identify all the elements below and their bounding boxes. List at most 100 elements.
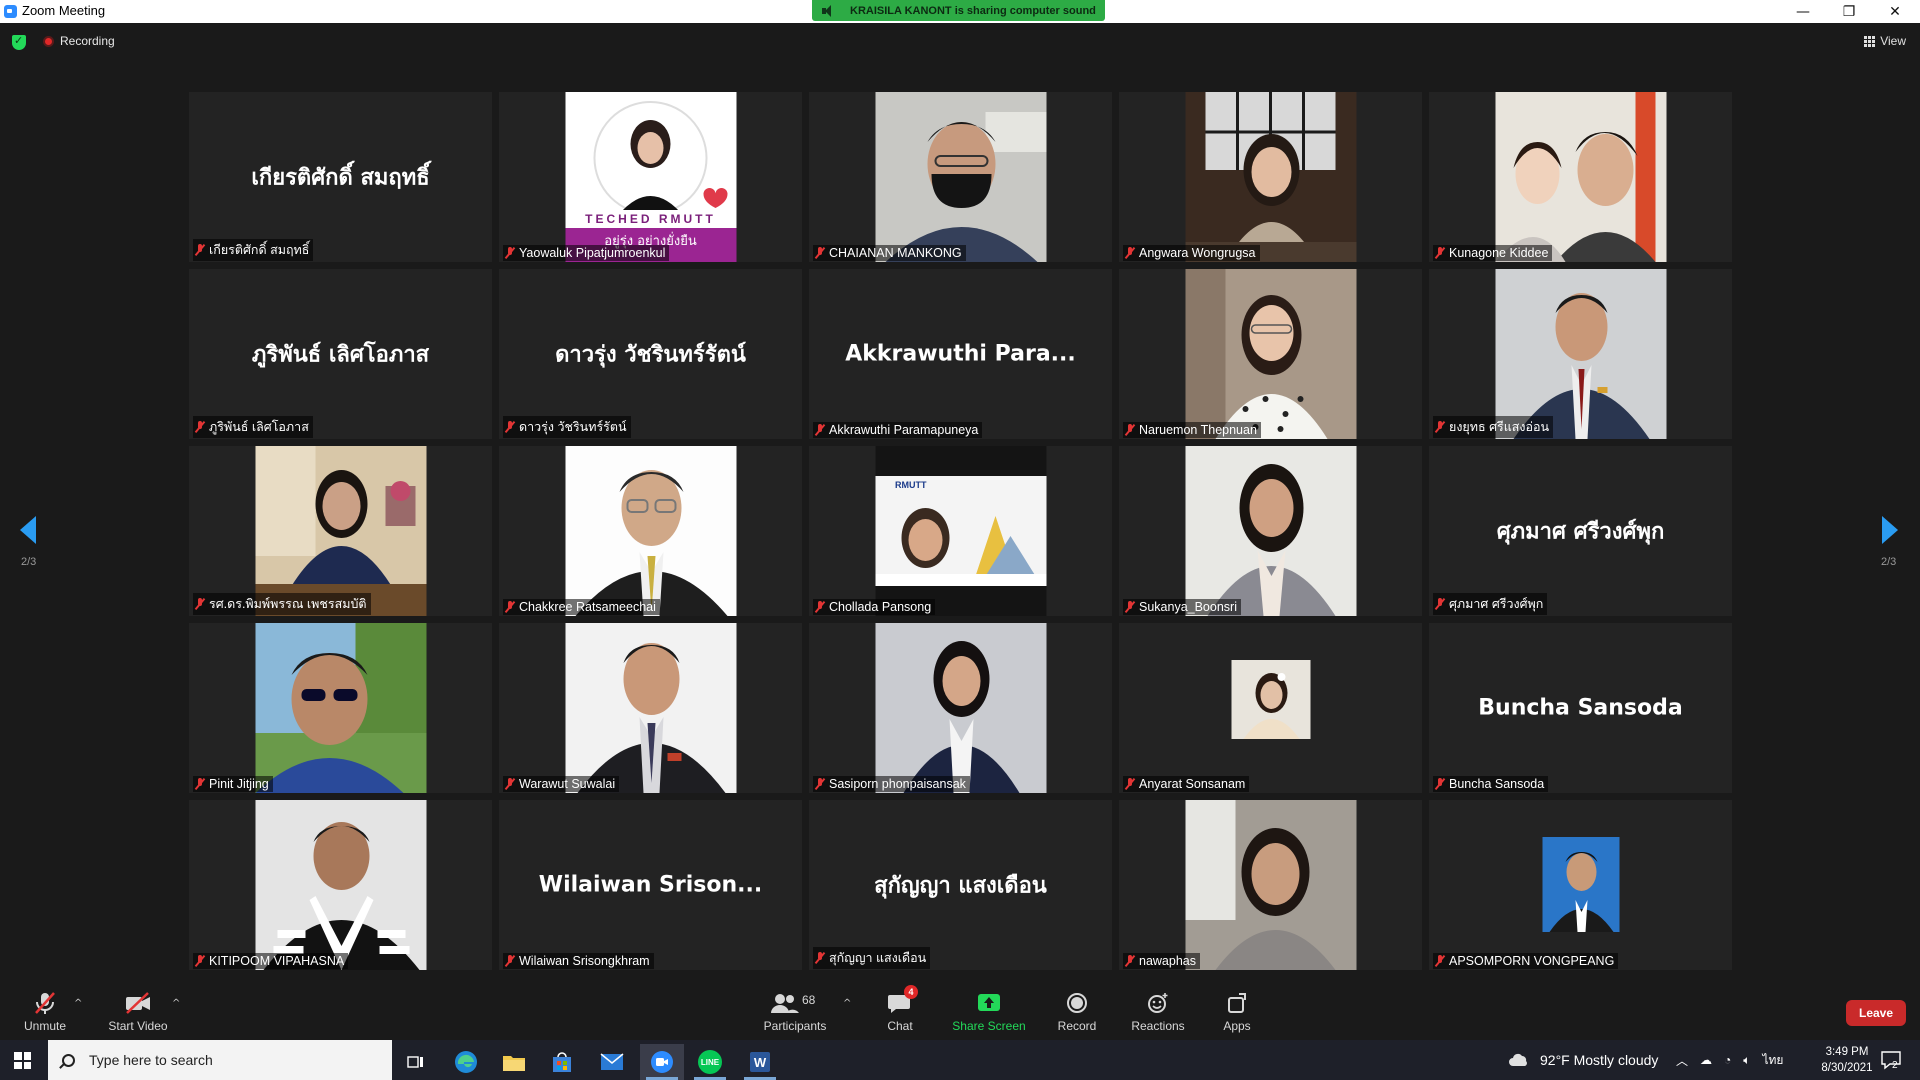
participant-display-name: ดาวรุ่ง วัชรินทร์รัตน์ [555,342,746,368]
taskbar-clock[interactable]: 3:49 PM 8/30/2021 [1812,1044,1882,1076]
participant-video [255,446,426,616]
participant-tile[interactable]: Wilaiwan Srison... Wilaiwan Srisongkhram [499,800,802,970]
participant-tile[interactable]: ยงยุทธ ศรีแสงอ่อน [1429,269,1732,439]
muted-mic-icon [1435,955,1445,967]
participant-name: Wilaiwan Srisongkhram [519,954,650,968]
muted-mic-icon [1125,955,1135,967]
next-page-arrow-icon[interactable] [1882,516,1898,544]
participant-display-name: Buncha Sansoda [1478,695,1683,721]
participant-tile[interactable]: Anyarat Sonsanam [1119,623,1422,793]
participant-display-name: เกียรติศักดิ์ สมฤทธิ์ [251,165,430,191]
participant-tile[interactable]: KITIPOOM VIPAHASNA [189,800,492,970]
participant-tile[interactable]: สุกัญญา แสงเดือน สุกัญญา แสงเดือน [809,800,1112,970]
participants-button[interactable]: 68 Participants [760,980,830,1039]
participant-video [1185,623,1356,793]
participant-tile[interactable]: Akkrawuthi Para... Akkrawuthi Paramapuney… [809,269,1112,439]
participant-name-label: nawaphas [1123,953,1200,969]
language-indicator[interactable]: ไทย [1762,1051,1783,1070]
chat-button[interactable]: 4 Chat [880,980,920,1039]
participant-display-name: Wilaiwan Srison... [538,872,763,898]
sharing-sound-text: KRAISILA KANONT is sharing computer soun… [850,4,1096,17]
recording-indicator[interactable]: Recording [43,34,115,48]
participant-tile[interactable]: Sasiporn phonpaisansak [809,623,1112,793]
participants-count: 68 [802,993,816,1007]
show-hidden-icons-chevron-icon[interactable]: ︿ [1676,1052,1688,1069]
line-app-icon[interactable]: LINE [688,1044,732,1080]
participant-tile[interactable]: RMUTT Chollada Pansong [809,446,1112,616]
system-tray[interactable]: ︿ ☁ ◔ 🔈︎ ไทย [1676,1040,1783,1080]
share-screen-button[interactable]: Share Screen [950,980,1028,1039]
muted-mic-icon [815,424,825,436]
audio-options-caret-icon[interactable]: ^ [74,998,82,1009]
previous-page-arrow-icon[interactable] [20,516,36,544]
reactions-button[interactable]: Reactions [1130,980,1186,1039]
participant-tile[interactable]: Pinit Jitjing [189,623,492,793]
onedrive-icon[interactable]: ☁ [1700,1053,1712,1067]
participant-tile[interactable]: ดาวรุ่ง วัชรินทร์รัตน์ ดาวรุ่ง วัชรินทร์ร… [499,269,802,439]
store-icon[interactable] [540,1044,584,1080]
weather-text: 92°F Mostly cloudy [1540,1052,1659,1068]
participant-tile[interactable]: Angwara Wongrugsa [1119,92,1422,262]
notification-center-icon[interactable]: 2 [1880,1040,1902,1080]
unmute-button[interactable]: Unmute [20,980,70,1039]
search-placeholder: Type here to search [89,1052,213,1068]
video-options-caret-icon[interactable]: ^ [172,998,180,1009]
sharing-sound-banner: KRAISILA KANONT is sharing computer soun… [812,0,1105,21]
file-explorer-icon[interactable] [492,1044,536,1080]
participant-video [565,623,736,793]
zoom-taskbar-icon[interactable] [640,1044,684,1080]
participants-caret-icon[interactable]: ^ [843,998,851,1009]
apps-button[interactable]: Apps [1215,980,1259,1039]
participant-tile[interactable]: Chakkree Ratsameechai [499,446,802,616]
participant-name: Chollada Pansong [829,600,932,614]
start-video-button[interactable]: Start Video [108,980,168,1039]
participant-name: สุกัญญา แสงเดือน [829,951,927,965]
participant-tile[interactable]: Warawut Suwalai [499,623,802,793]
volume-icon[interactable]: 🔈︎ [1743,1053,1750,1068]
weather-widget[interactable]: 92°F Mostly cloudy [1508,1040,1658,1080]
edge-browser-icon[interactable] [444,1044,488,1080]
chat-icon: 4 [886,985,918,1015]
leave-button[interactable]: Leave [1846,1000,1906,1026]
participant-tile[interactable]: TECHED RMUTT อยู่รุ่ง อย่างยั่งยืน Yaowal… [499,92,802,262]
muted-mic-icon [1435,778,1445,790]
record-button[interactable]: Record [1055,980,1099,1039]
participant-tile[interactable]: เกียรติศักดิ์ สมฤทธิ์ เกียรติศักดิ์ สมฤทธ… [189,92,492,262]
participant-tile[interactable]: nawaphas [1119,800,1422,970]
participant-tile[interactable]: Kunagone Kiddee [1429,92,1732,262]
participant-name: Angwara Wongrugsa [1139,246,1256,260]
participant-tile[interactable]: Sukanya_Boonsri [1119,446,1422,616]
participant-video [1185,446,1356,616]
participant-tile[interactable]: ภูริพันธ์ เลิศโอภาส ภูริพันธ์ เลิศโอภาส [189,269,492,439]
participant-tile[interactable]: CHAIANAN MANKONG [809,92,1112,262]
view-button[interactable]: View [1864,34,1906,48]
participant-tile[interactable]: ศุภมาศ ศรีวงศ์พุก ศุภมาศ ศรีวงศ์พุก [1429,446,1732,616]
participant-tile[interactable]: รศ.ดร.พิมพ์พรรณ เพชรสมบัติ [189,446,492,616]
participant-tile[interactable]: Naruemon Thepnuan [1119,269,1422,439]
participant-name: Pinit Jitjing [209,777,269,791]
participant-tile[interactable]: APSOMPORN VONGPEANG [1429,800,1732,970]
close-button[interactable]: ✕ [1872,0,1918,23]
maximize-button[interactable]: ❐ [1826,0,1872,23]
task-view-icon[interactable] [394,1044,438,1080]
windows-start-icon[interactable] [14,1052,31,1069]
participant-name: nawaphas [1139,954,1196,968]
participant-name: Naruemon Thepnuan [1139,423,1257,437]
windows-taskbar: Type here to search LINE W 92°F Mostly c… [0,1040,1920,1080]
muted-mic-icon [1435,421,1445,433]
participant-name-label: Akkrawuthi Paramapuneya [813,422,983,438]
participant-tile[interactable]: Buncha Sansoda Buncha Sansoda [1429,623,1732,793]
network-icon[interactable]: ◔ [1724,1053,1731,1067]
encryption-shield-icon[interactable] [12,34,26,50]
participant-name-label: Naruemon Thepnuan [1123,422,1261,438]
participant-name: รศ.ดร.พิมพ์พรรณ เพชรสมบัติ [209,597,367,611]
muted-mic-icon [1125,601,1135,613]
participant-name: CHAIANAN MANKONG [829,246,962,260]
minimize-button[interactable]: — [1780,0,1826,23]
mail-icon[interactable] [590,1044,634,1080]
word-icon[interactable]: W [738,1044,782,1080]
taskbar-search-box[interactable]: Type here to search [48,1040,392,1080]
participant-name-label: CHAIANAN MANKONG [813,245,966,261]
participant-video [1185,800,1356,970]
window-title: Zoom Meeting [22,3,106,18]
